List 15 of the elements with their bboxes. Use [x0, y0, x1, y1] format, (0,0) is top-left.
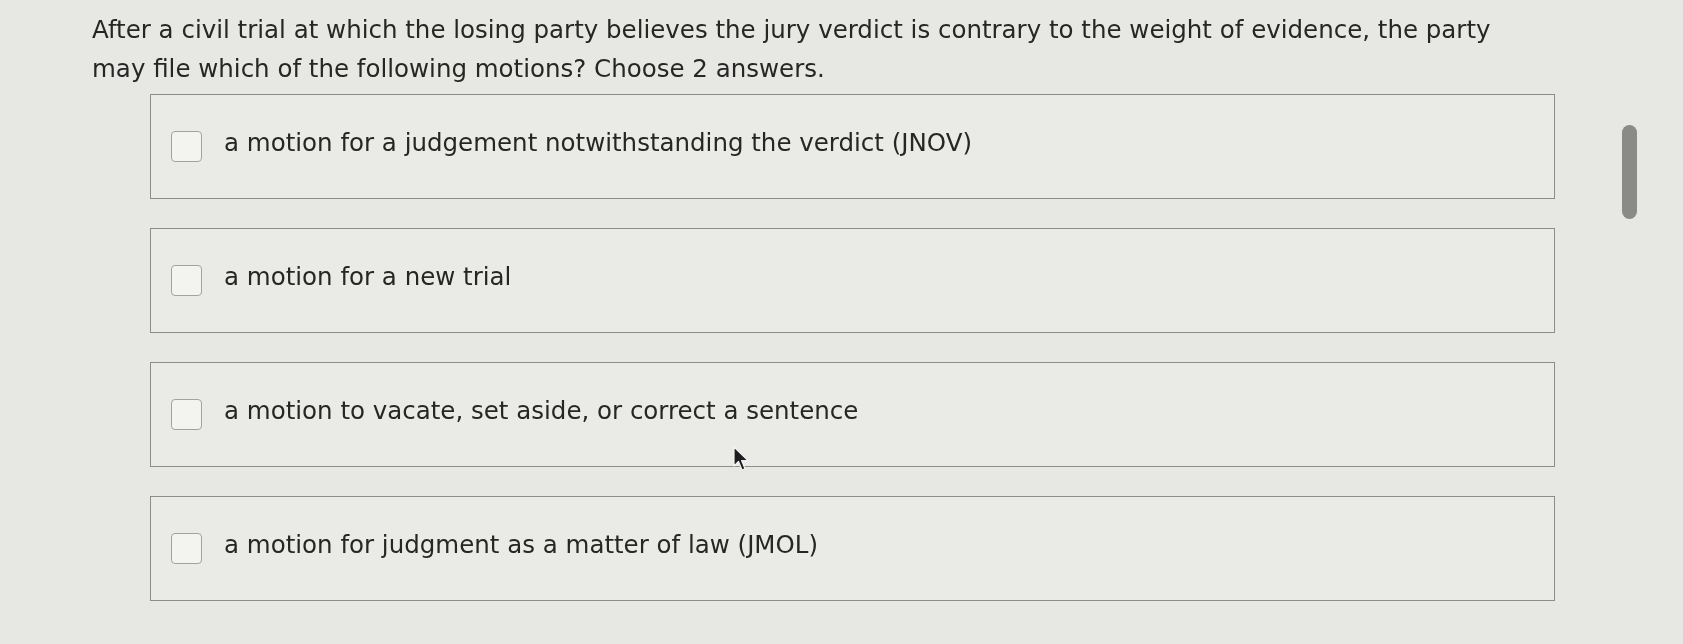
- answer-option-card[interactable]: a motion to vacate, set aside, or correct a sentence: [150, 362, 1555, 467]
- answer-text: a motion for a new trial: [224, 261, 512, 294]
- checkbox[interactable]: [171, 399, 202, 430]
- checkbox[interactable]: [171, 131, 202, 162]
- answer-option-card[interactable]: a motion for judgment as a matter of law (JMOL): [150, 496, 1555, 601]
- answer-option-card[interactable]: a motion for a judgement notwithstanding the verdict (JNOV): [150, 94, 1555, 199]
- checkbox[interactable]: [171, 533, 202, 564]
- answer-text: a motion to vacate, set aside, or correct a sentence: [224, 395, 859, 428]
- mouse-pointer-icon: [733, 446, 750, 472]
- answer-option-card[interactable]: a motion for a new trial: [150, 228, 1555, 333]
- answer-text: a motion for a judgement notwithstanding the verdict (JNOV): [224, 127, 972, 160]
- scrollbar-thumb[interactable]: [1622, 125, 1637, 219]
- checkbox[interactable]: [171, 265, 202, 296]
- question-text: After a civil trial at which the losing party believes the jury verdict is contrary to the weight of evidence, the party may file which of the following motions? Choose 2 answers.: [92, 14, 1492, 85]
- answer-text: a motion for judgment as a matter of law (JMOL): [224, 529, 818, 562]
